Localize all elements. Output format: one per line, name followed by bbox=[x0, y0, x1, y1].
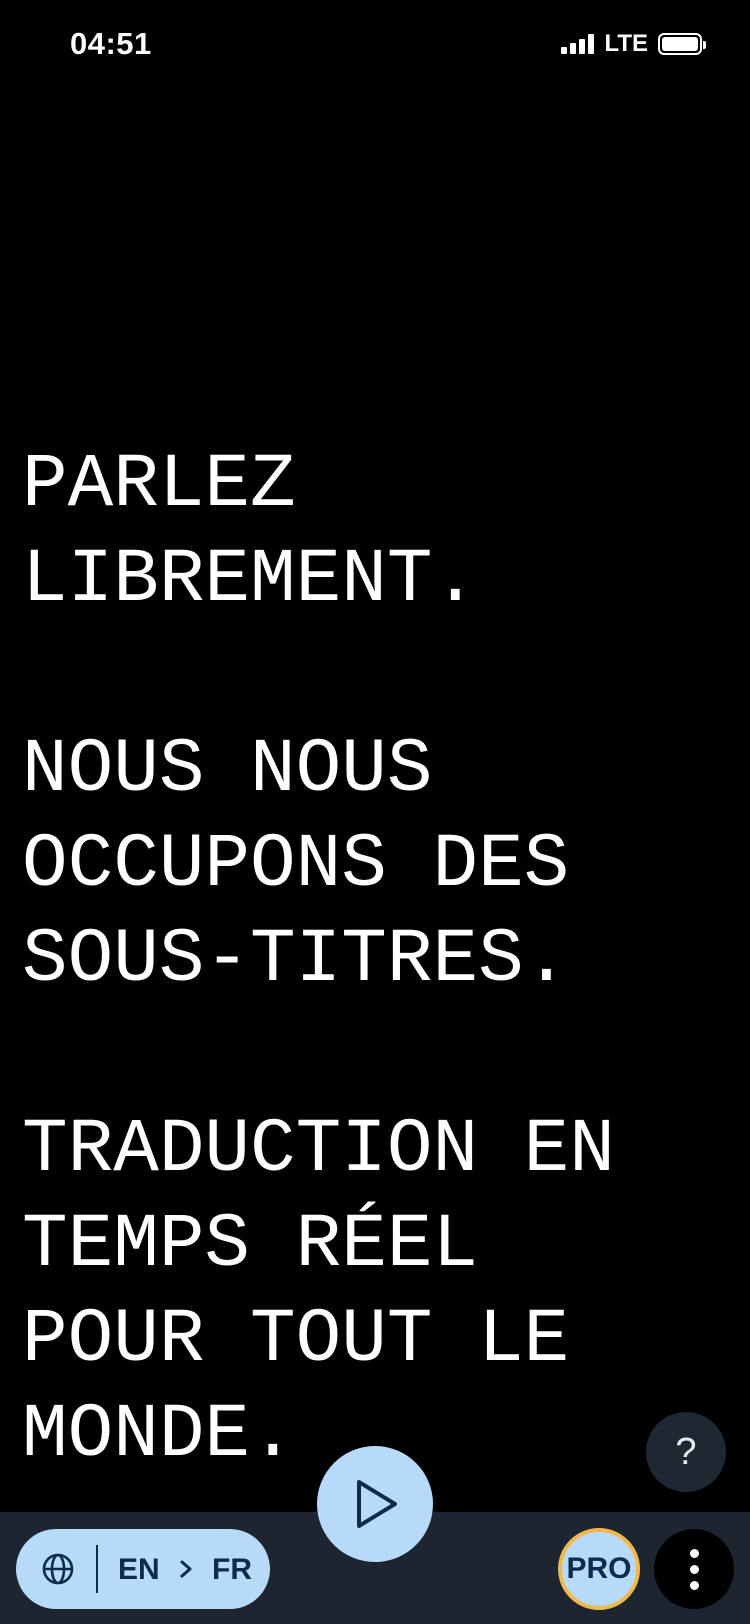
target-language: FR bbox=[212, 1553, 252, 1586]
pro-button[interactable]: PRO bbox=[558, 1528, 640, 1610]
status-bar: 04:51 LTE bbox=[0, 0, 750, 92]
more-options-button[interactable] bbox=[654, 1529, 734, 1609]
menu-dot bbox=[689, 1564, 699, 1574]
network-type: LTE bbox=[604, 30, 648, 57]
play-icon bbox=[357, 1480, 397, 1528]
pro-label: PRO bbox=[566, 1552, 632, 1585]
chevron-right-icon bbox=[180, 1560, 192, 1578]
status-time: 04:51 bbox=[70, 26, 152, 61]
menu-dot bbox=[689, 1548, 699, 1558]
help-label: ? bbox=[675, 1430, 697, 1473]
globe-icon bbox=[42, 1553, 74, 1585]
menu-dot bbox=[689, 1580, 699, 1590]
status-indicators: LTE bbox=[561, 30, 706, 58]
source-language: EN bbox=[118, 1553, 160, 1586]
battery-icon bbox=[658, 33, 706, 55]
signal-icon bbox=[561, 34, 595, 54]
pill-divider bbox=[96, 1545, 98, 1593]
help-button[interactable]: ? bbox=[646, 1412, 726, 1492]
play-button[interactable] bbox=[317, 1446, 433, 1562]
language-selector[interactable]: EN FR bbox=[16, 1529, 270, 1609]
app-screen: 04:51 LTE PARLEZ LIBREMENT. NOUS NOUS OC… bbox=[0, 0, 750, 1624]
caption-text: PARLEZ LIBREMENT. NOUS NOUS OCCUPONS DES… bbox=[22, 442, 615, 1478]
